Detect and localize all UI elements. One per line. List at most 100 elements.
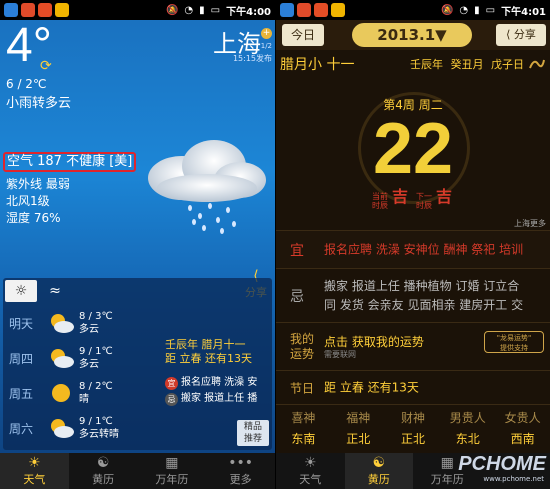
nav-almanac[interactable]: ☯ 黄历 [69,453,138,489]
app-notification-icon [21,3,35,17]
deity-name: 喜神 [291,411,316,425]
forecast-row: 周四 9 / 1℃ 多云 [3,341,153,375]
recommend-button[interactable]: 精品 推荐 [237,420,269,446]
ji-row: 忌 搬家 报道上任 播 [165,392,275,406]
next-shichen: 下一 时辰 [416,192,432,210]
bottom-nav: ☀ 天气 ☯ 黄历 ▦ 万年历 ••• 更多 [0,453,275,489]
nav-label: 黄历 [367,473,390,486]
fortune-label-line: 我的 [290,331,315,346]
nav-weather[interactable]: ☀ 天气 [276,453,345,489]
day-number: 22 [372,109,454,189]
forecast-temp: 9 / 1℃ [79,346,113,357]
ganzhi-date: 壬辰年 癸丑月 戊子日 [410,58,524,71]
festival-text: 距 立春 还有13天 [324,380,419,394]
current-shichen: 当前 时辰 [372,192,388,210]
yi-badge: 宜 [165,376,178,390]
dragon-icon [529,59,545,69]
humidity: 湿度 76% [6,211,61,225]
today-button[interactable]: 今日 [282,24,324,46]
shichen-label: 时辰 [416,201,432,210]
weather-screen: 🔕 ◔ ▮ ▭ 下午4:00 4° ⟳ 上海 + 1/2 15:15发布 6 /… [0,0,275,489]
cloudy-sun-icon [47,347,75,369]
tab-forecast-chart[interactable]: ≈ [39,280,71,302]
ji-items: 同 发货 会亲友 见面相亲 建房开工 交 [324,297,524,312]
battery-icon: ▭ [210,4,221,16]
forecast-temp: 8 / 2℃ [79,381,113,392]
app-notification-icon [280,3,294,17]
next-shichen-value: 吉 [436,187,453,206]
refresh-icon[interactable]: ⟳ [40,58,52,74]
wind: 北风1级 [6,194,50,208]
fortune-note: 需要联网 [324,349,356,359]
nav-label: 天气 [23,473,46,486]
uv-index: 紫外线 最弱 [6,177,70,191]
ji-section[interactable]: 忌 搬家 报道上任 播种植物 订婚 订立合 同 发货 会亲友 见面相亲 建房开工… [276,268,550,322]
app-notification-icon [331,3,345,17]
yi-items: 报名应聘 洗澡 安神位 酬神 祭祀 培训 [324,242,524,256]
calendar-icon: ▦ [440,455,454,471]
ji-label: 忌 [290,288,304,305]
more-link[interactable]: 上海更多 [514,218,546,229]
fortune-label: 我的 运势 [290,332,314,362]
shichen-label: 时辰 [372,201,388,210]
forecast-panel: ☼ ≈ 明天 8 / 3℃ 多云 周四 9 / 1℃ 多云 周五 8 / 2℃ 晴 周… [3,278,272,450]
lunar-summary[interactable]: 壬辰年 腊月十一 距 立春 还有13天 宜 报名应聘 洗澡 安 忌 搬家 报道上… [165,338,270,406]
yin-yang-icon: ☯ [96,455,110,471]
cloudy-sun-icon [47,312,75,334]
nav-label: 天气 [299,473,322,486]
forecast-row: 周五 8 / 2℃ 晴 [3,376,153,410]
ji-items: 搬家 报道上任 播种植物 订婚 订立合 [324,278,520,293]
weather-icon: ☀ [303,455,317,471]
provider-note: 提供支持 [500,344,528,352]
festival-label: 节日 [290,381,315,395]
nav-more[interactable]: ••• 更多 [206,453,275,489]
page-indicator: 1/2 [260,42,272,50]
yi-row: 宜 报名应聘 洗澡 安 [165,376,275,390]
status-bar: 🔕 ◔ ▮ ▭ 下午4:00 [0,0,275,20]
provider-name: "龙易运势" [496,334,532,342]
air-quality-index[interactable]: 空气 187 不健康 [美] [3,152,137,172]
current-shichen-value: 吉 [392,187,409,206]
fortune-label-line: 运势 [290,346,315,361]
share-button[interactable]: ⟨ 分享 [496,24,546,46]
deity-column: 喜神 东南 [276,405,331,452]
yin-yang-icon: ☯ [372,455,386,471]
app-notification-icon [4,3,18,17]
app-notification-icon [38,3,52,17]
deity-direction: 东南 [291,432,316,446]
nav-label: 黄历 [92,473,115,486]
nav-calendar[interactable]: ▦ 万年历 [138,453,207,489]
signal-icon: ▮ [199,4,205,16]
deity-name: 男贵人 [449,411,486,425]
add-city-icon[interactable]: + [261,28,272,39]
tab-forecast-list[interactable]: ☼ [5,280,37,302]
forecast-condition: 多云 [79,324,99,335]
deity-name: 女贵人 [504,411,541,425]
cloudy-sun-icon [47,417,75,439]
forecast-temp: 8 / 3℃ [79,311,113,322]
deities-directions: 喜神 东南 福神 正北 财神 正北 男贵人 东北 女贵人 西南 [276,404,550,452]
recommend-label: 精品 [243,422,262,432]
deity-direction: 正北 [346,432,371,446]
app-notification-icon [55,3,69,17]
app-notification-icon [314,3,328,17]
watermark-url: www.pchome.net [483,475,544,483]
forecast-day: 明天 [9,316,34,331]
nav-almanac[interactable]: ☯ 黄历 [344,453,413,489]
yi-text: 报名应聘 洗澡 安 [181,377,258,388]
watermark-text: PCHOME [458,453,546,475]
shichen-label: 下一 [416,192,432,201]
yi-section[interactable]: 宜 报名应聘 洗澡 安神位 酬神 祭祀 培训 [276,230,550,268]
festival-section[interactable]: 节日 距 立春 还有13天 [276,370,550,404]
month-selector[interactable]: 2013.1▼ [352,23,472,47]
fortune-section[interactable]: 我的 运势 点击 获取我的运势 需要联网 "龙易运势" 提供支持 [276,322,550,370]
sun-icon [47,382,75,404]
deity-direction: 正北 [400,432,425,446]
deity-column: 财神 正北 [386,405,441,452]
calendar-icon: ▦ [165,455,179,471]
fortune-title: 点击 获取我的运势 [324,334,424,349]
clock: 下午4:00 [226,6,271,18]
yi-label: 宜 [290,242,304,259]
nav-weather[interactable]: ☀ 天气 [0,453,69,489]
deity-name: 福神 [346,411,371,425]
